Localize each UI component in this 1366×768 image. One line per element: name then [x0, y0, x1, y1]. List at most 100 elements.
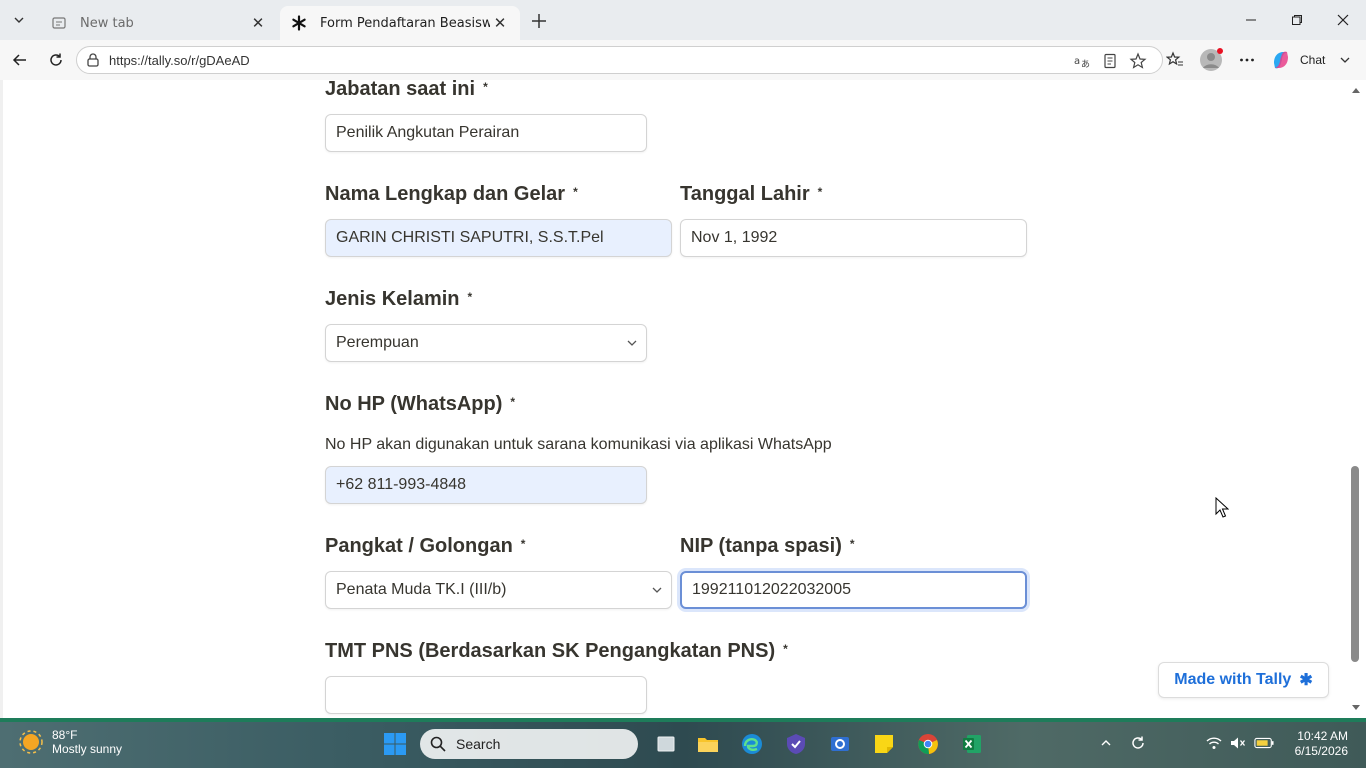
tab-title: New tab [80, 15, 134, 31]
tab-title: Form Pendaftaran Beasiswa Progra [320, 15, 490, 31]
minimize-icon [1246, 19, 1256, 21]
required-marker: * [520, 536, 526, 551]
nama-input[interactable]: GARIN CHRISTI SAPUTRI, S.S.T.Pel [325, 219, 672, 257]
sync-status-icon[interactable] [1128, 733, 1148, 753]
tab-form-pendaftaran[interactable]: Form Pendaftaran Beasiswa Progra ✕ [280, 6, 520, 40]
scroll-up-arrow[interactable] [1349, 84, 1363, 96]
windows-start-icon[interactable] [383, 732, 407, 756]
required-marker: * [573, 184, 578, 199]
tally-favicon-icon [290, 14, 308, 32]
triangle-down-icon [1352, 705, 1360, 710]
svg-text:a: a [1074, 56, 1080, 67]
plus-icon [532, 14, 546, 28]
svg-text:あ: あ [1081, 59, 1090, 70]
refresh-icon [50, 53, 62, 66]
hp-help-text: No HP akan digunakan untuk sarana komuni… [325, 436, 832, 453]
file-explorer-icon[interactable] [694, 730, 722, 758]
page-content [0, 80, 1366, 718]
search-icon [430, 736, 446, 752]
back-arrow-icon [12, 54, 26, 66]
taskbar-edge [0, 718, 1366, 722]
pangkat-label: Pangkat / Golongan * [325, 535, 526, 557]
weather-temperature: 88°F [52, 728, 78, 742]
pangkat-golongan-select[interactable]: Penata Muda TK.I (III/b) [325, 571, 672, 609]
tanggal-label: Tanggal Lahir * [680, 183, 823, 205]
made-with-tally-badge[interactable]: Made with Tally ✱ [1158, 662, 1329, 698]
sun-icon [19, 730, 43, 754]
favorites-list-icon [1166, 51, 1183, 66]
settings-more-button[interactable] [1233, 46, 1261, 74]
tab-actions-menu-button[interactable] [4, 6, 34, 34]
chevron-down-icon [652, 587, 662, 593]
jabatan-input[interactable]: Penilik Angkutan Perairan [325, 114, 647, 152]
tally-star-icon: ✱ [1299, 672, 1313, 689]
refresh-button[interactable] [42, 46, 70, 74]
taskbar-clock[interactable]: 10:42 AM 6/15/2026 [1290, 729, 1348, 759]
profile-button[interactable] [1197, 46, 1225, 74]
screen-capture-icon[interactable] [826, 730, 854, 758]
volume-muted-icon[interactable] [1228, 733, 1248, 753]
new-tab-button[interactable] [526, 8, 552, 34]
show-hidden-icons-chevron[interactable] [1096, 733, 1116, 753]
scroll-down-arrow[interactable] [1349, 702, 1363, 714]
taskbar-search-label: Search [456, 736, 501, 752]
close-window-button[interactable] [1320, 0, 1366, 40]
avatar-icon [1200, 48, 1223, 71]
reading-view-icon[interactable] [1100, 51, 1120, 71]
nip-input[interactable]: 199211012022032005 [680, 571, 1027, 609]
minimize-button[interactable] [1228, 0, 1274, 40]
battery-icon[interactable] [1254, 733, 1274, 753]
close-icon [1337, 14, 1349, 26]
chevron-down-icon [1340, 57, 1350, 63]
more-dots-icon [1240, 58, 1254, 62]
excel-icon[interactable] [958, 730, 986, 758]
site-info-icon[interactable] [85, 52, 101, 68]
address-bar[interactable]: https://tally.so/r/gDAeAD aあ [76, 46, 1163, 74]
clock-date: 6/15/2026 [1294, 744, 1348, 758]
task-view-icon[interactable] [652, 730, 680, 758]
nip-label: NIP (tanpa spasi) * [680, 535, 855, 557]
edge-browser-icon[interactable] [738, 730, 766, 758]
copilot-chat-button[interactable]: Chat [1270, 46, 1360, 74]
scrollbar-thumb[interactable] [1351, 466, 1359, 662]
jenis-kelamin-select[interactable]: Perempuan [325, 324, 647, 362]
kelamin-label: Jenis Kelamin * [325, 288, 473, 310]
sticky-notes-icon[interactable] [870, 730, 898, 758]
close-tab-icon[interactable]: ✕ [248, 13, 268, 33]
pangkat-golongan-value: Penata Muda TK.I (III/b) [336, 581, 507, 598]
url-text: https://tally.so/r/gDAeAD [109, 53, 250, 68]
chat-label: Chat [1300, 53, 1326, 67]
favorite-star-icon[interactable] [1128, 51, 1148, 71]
new-tab-page-icon [50, 14, 68, 32]
tab-new-tab[interactable]: New tab ✕ [40, 6, 278, 40]
jabatan-label: Jabatan saat ini * [325, 78, 488, 100]
chevron-down-icon [14, 17, 24, 23]
required-marker: * [467, 289, 473, 304]
chevron-down-icon [627, 340, 637, 346]
clock-time: 10:42 AM [1297, 729, 1348, 743]
wifi-icon[interactable] [1204, 733, 1224, 753]
tmt-pns-label: TMT PNS (Berdasarkan SK Pengangkatan PNS… [325, 640, 788, 662]
restore-icon [1292, 15, 1302, 25]
tmt-pns-input[interactable] [325, 676, 647, 714]
hp-label: No HP (WhatsApp) * [325, 393, 516, 415]
required-marker: * [817, 184, 823, 199]
chrome-browser-icon[interactable] [914, 730, 942, 758]
required-marker: * [783, 641, 788, 656]
weather-widget[interactable]: 88°F Mostly sunny [18, 728, 122, 756]
restore-button[interactable] [1274, 0, 1320, 40]
windows-taskbar [0, 718, 1366, 768]
tanggal-lahir-input[interactable]: Nov 1, 1992 [680, 219, 1027, 257]
jenis-kelamin-value: Perempuan [336, 334, 419, 351]
copilot-icon [1274, 51, 1288, 69]
translate-icon[interactable]: aあ [1072, 51, 1092, 71]
taskbar-search[interactable]: Search [420, 729, 638, 759]
favorites-button[interactable] [1161, 46, 1189, 74]
required-marker: * [510, 394, 516, 409]
vpn-app-icon[interactable] [782, 730, 810, 758]
mouse-cursor-icon [1215, 497, 1229, 518]
triangle-up-icon [1352, 88, 1360, 93]
close-tab-icon[interactable]: ✕ [490, 13, 510, 33]
hp-input[interactable]: +62 811-993-4848 [325, 466, 647, 504]
back-button[interactable] [6, 46, 34, 74]
